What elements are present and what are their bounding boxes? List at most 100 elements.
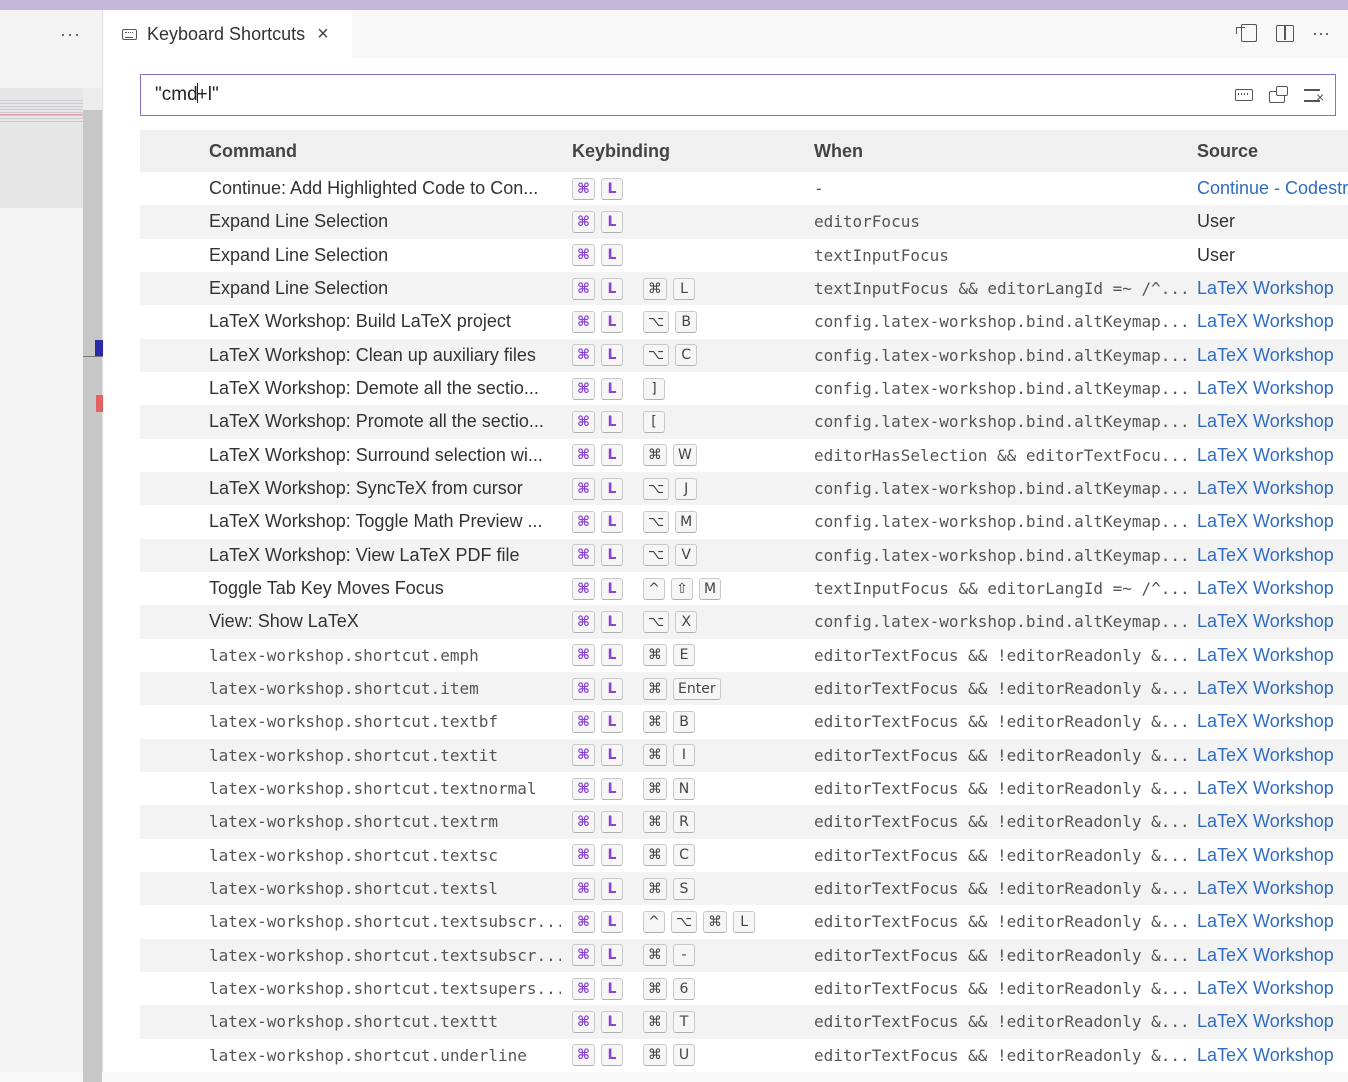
- source-link[interactable]: LaTeX Workshop: [1197, 572, 1348, 605]
- keybinding-cell[interactable]: ⌘ L ⌘ R: [572, 805, 812, 838]
- keybinding-cell[interactable]: ⌘ L ⌥ J: [572, 472, 812, 505]
- source-link[interactable]: LaTeX Workshop: [1197, 805, 1348, 838]
- when-cell: config.latex-workshop.bind.altKeymap...: [814, 479, 1188, 499]
- table-row[interactable]: latex-workshop.shortcut.textsupers... ⌘ L ⌘…: [140, 971, 1348, 1006]
- split-editor-button[interactable]: [1274, 22, 1296, 44]
- source-link[interactable]: LaTeX Workshop: [1197, 672, 1348, 705]
- table-row[interactable]: latex-workshop.shortcut.textit ⌘ L ⌘ Ieditor…: [140, 738, 1348, 772]
- close-icon[interactable]: ×: [317, 23, 329, 46]
- table-row[interactable]: Expand Line Selection ⌘ L ⌘ LtextInputFocus …: [140, 271, 1348, 306]
- keybinding-cell[interactable]: ⌘ L: [572, 205, 812, 238]
- source-link[interactable]: LaTeX Workshop: [1197, 339, 1348, 372]
- keybinding-cell[interactable]: ⌘ L ^ ⌥ ⌘ L: [572, 905, 812, 938]
- source-link[interactable]: Continue - Codestral, Claude, and more: [1197, 172, 1348, 205]
- minimap[interactable]: [0, 88, 83, 208]
- source-link[interactable]: LaTeX Workshop: [1197, 905, 1348, 938]
- table-row[interactable]: latex-workshop.shortcut.textbf ⌘ L ⌘ Beditor…: [140, 705, 1348, 739]
- source-link[interactable]: LaTeX Workshop: [1197, 939, 1348, 972]
- keybinding-cell[interactable]: ⌘ L ⌘ 6: [572, 972, 812, 1005]
- keybinding-cell[interactable]: ⌘ L ⌘ L: [572, 272, 812, 305]
- keybinding-cell[interactable]: ⌘ L ⌥ B: [572, 305, 812, 338]
- source-link[interactable]: LaTeX Workshop: [1197, 605, 1348, 638]
- source-link[interactable]: LaTeX Workshop: [1197, 639, 1348, 672]
- keybinding-cell[interactable]: ⌘ L ⌘ S: [572, 872, 812, 905]
- open-keybindings-json-button[interactable]: [1236, 22, 1260, 44]
- scrollbar-thumb[interactable]: [83, 88, 102, 110]
- table-row[interactable]: latex-workshop.shortcut.texttt ⌘ L ⌘ Teditor…: [140, 1005, 1348, 1039]
- clear-search-icon[interactable]: [1303, 85, 1325, 105]
- table-row[interactable]: latex-workshop.shortcut.underline ⌘ L ⌘ Uedi…: [140, 1038, 1348, 1072]
- table-row[interactable]: latex-workshop.shortcut.textsubscr... ⌘ L ^…: [140, 905, 1348, 939]
- table-row[interactable]: latex-workshop.shortcut.emph ⌘ L ⌘ EeditorTe…: [140, 638, 1348, 672]
- table-row[interactable]: LaTeX Workshop: Demote all the sectio...…: [140, 371, 1348, 406]
- keybinding-cell[interactable]: ⌘ L ⌘ E: [572, 639, 812, 672]
- table-row[interactable]: Expand Line Selection ⌘ LeditorFocus User: [140, 205, 1348, 239]
- source-link[interactable]: LaTeX Workshop: [1197, 305, 1348, 338]
- source-link[interactable]: LaTeX Workshop: [1197, 739, 1348, 772]
- key-cap: B: [673, 710, 695, 733]
- tab-keyboard-shortcuts[interactable]: Keyboard Shortcuts ×: [104, 10, 352, 58]
- more-actions-button[interactable]: ···: [1310, 22, 1332, 44]
- scrollbar[interactable]: [83, 88, 102, 1082]
- source-link[interactable]: LaTeX Workshop: [1197, 772, 1348, 805]
- key-cap: ⌘: [572, 844, 595, 867]
- table-row[interactable]: LaTeX Workshop: SyncTeX from cursor ⌘ L ⌥ Jc…: [140, 471, 1348, 506]
- source-link[interactable]: LaTeX Workshop: [1197, 405, 1348, 438]
- source-link[interactable]: LaTeX Workshop: [1197, 505, 1348, 538]
- table-row[interactable]: latex-workshop.shortcut.textrm ⌘ L ⌘ Reditor…: [140, 805, 1348, 839]
- source-link[interactable]: LaTeX Workshop: [1197, 872, 1348, 905]
- sort-by-precedence-icon[interactable]: [1267, 85, 1289, 105]
- table-row[interactable]: latex-workshop.shortcut.item ⌘ L ⌘ Enter edit…: [140, 671, 1348, 706]
- table-row[interactable]: latex-workshop.shortcut.textnormal ⌘ L ⌘ Ned…: [140, 771, 1348, 806]
- source-link[interactable]: LaTeX Workshop: [1197, 972, 1348, 1005]
- table-row[interactable]: latex-workshop.shortcut.textsubscr... ⌘ L ⌘…: [140, 938, 1348, 972]
- table-row[interactable]: LaTeX Workshop: Build LaTeX project ⌘ L ⌥ Bc…: [140, 305, 1348, 339]
- more-actions-icon[interactable]: ···: [60, 24, 81, 45]
- header-when[interactable]: When: [814, 141, 863, 162]
- header-command[interactable]: Command: [209, 141, 297, 162]
- search-input[interactable]: "cmd+l": [140, 74, 1336, 116]
- keybinding-cell[interactable]: ⌘ L ⌘ Enter: [572, 672, 812, 705]
- keybinding-cell[interactable]: ⌘ L ⌥ M: [572, 505, 812, 538]
- table-row[interactable]: Continue: Add Highlighted Code to Con...…: [140, 172, 1348, 206]
- source-link[interactable]: LaTeX Workshop: [1197, 705, 1348, 738]
- source-link[interactable]: LaTeX Workshop: [1197, 372, 1348, 405]
- source-link[interactable]: LaTeX Workshop: [1197, 472, 1348, 505]
- source-link[interactable]: LaTeX Workshop: [1197, 439, 1348, 472]
- source-link[interactable]: LaTeX Workshop: [1197, 1039, 1348, 1072]
- table-row[interactable]: Toggle Tab Key Moves Focus ⌘ L ^ ⇧ MtextInput…: [140, 571, 1348, 606]
- keybinding-cell[interactable]: ⌘ L ⌥ V: [572, 539, 812, 572]
- keybinding-cell[interactable]: ⌘ L ⌘ I: [572, 739, 812, 772]
- keybinding-cell[interactable]: ⌘ L ⌘ C: [572, 839, 812, 872]
- open-json-icon: [1236, 24, 1257, 42]
- table-row[interactable]: LaTeX Workshop: Toggle Math Preview ... ⌘…: [140, 505, 1348, 539]
- table-row[interactable]: latex-workshop.shortcut.textsl ⌘ L ⌘ Seditor…: [140, 871, 1348, 906]
- source-link[interactable]: LaTeX Workshop: [1197, 1005, 1348, 1038]
- keybinding-cell[interactable]: ⌘ L ⌘ N: [572, 772, 812, 805]
- keybinding-cell[interactable]: ⌘ L ⌘ W: [572, 439, 812, 472]
- keybinding-cell[interactable]: ⌘ L ⌘ -: [572, 939, 812, 972]
- keybinding-cell[interactable]: ⌘ L ⌘ B: [572, 705, 812, 738]
- keybinding-cell[interactable]: ⌘ L ⌘ U: [572, 1039, 812, 1072]
- keybinding-cell[interactable]: ⌘ L: [572, 239, 812, 272]
- source-link[interactable]: LaTeX Workshop: [1197, 839, 1348, 872]
- source-link[interactable]: LaTeX Workshop: [1197, 539, 1348, 572]
- keybinding-cell[interactable]: ⌘ L ^ ⇧ M: [572, 572, 812, 605]
- table-row[interactable]: LaTeX Workshop: Clean up auxiliary files…: [140, 338, 1348, 372]
- keybinding-cell[interactable]: ⌘ L [: [572, 405, 812, 438]
- header-keybinding[interactable]: Keybinding: [572, 141, 670, 162]
- table-row[interactable]: LaTeX Workshop: Promote all the sectio..…: [140, 405, 1348, 439]
- source-link[interactable]: LaTeX Workshop: [1197, 272, 1348, 305]
- table-row[interactable]: LaTeX Workshop: View LaTeX PDF file ⌘ L ⌥ Vc…: [140, 538, 1348, 572]
- table-row[interactable]: View: Show LaTeX ⌘ L ⌥ Xconfig.latex-worksho…: [140, 605, 1348, 639]
- keybinding-cell[interactable]: ⌘ L]: [572, 372, 812, 405]
- table-row[interactable]: latex-workshop.shortcut.textsc ⌘ L ⌘ Ceditor…: [140, 838, 1348, 872]
- keybinding-cell[interactable]: ⌘ L ⌥ X: [572, 605, 812, 638]
- header-source[interactable]: Source: [1197, 141, 1258, 162]
- keybinding-cell[interactable]: ⌘ L ⌘ T: [572, 1005, 812, 1038]
- record-keys-icon[interactable]: [1235, 89, 1253, 101]
- keybinding-cell[interactable]: ⌘ L: [572, 172, 812, 205]
- table-row[interactable]: Expand Line Selection ⌘ LtextInputFocus Use…: [140, 238, 1348, 272]
- table-row[interactable]: LaTeX Workshop: Surround selection wi...…: [140, 438, 1348, 472]
- keybinding-cell[interactable]: ⌘ L ⌥ C: [572, 339, 812, 372]
